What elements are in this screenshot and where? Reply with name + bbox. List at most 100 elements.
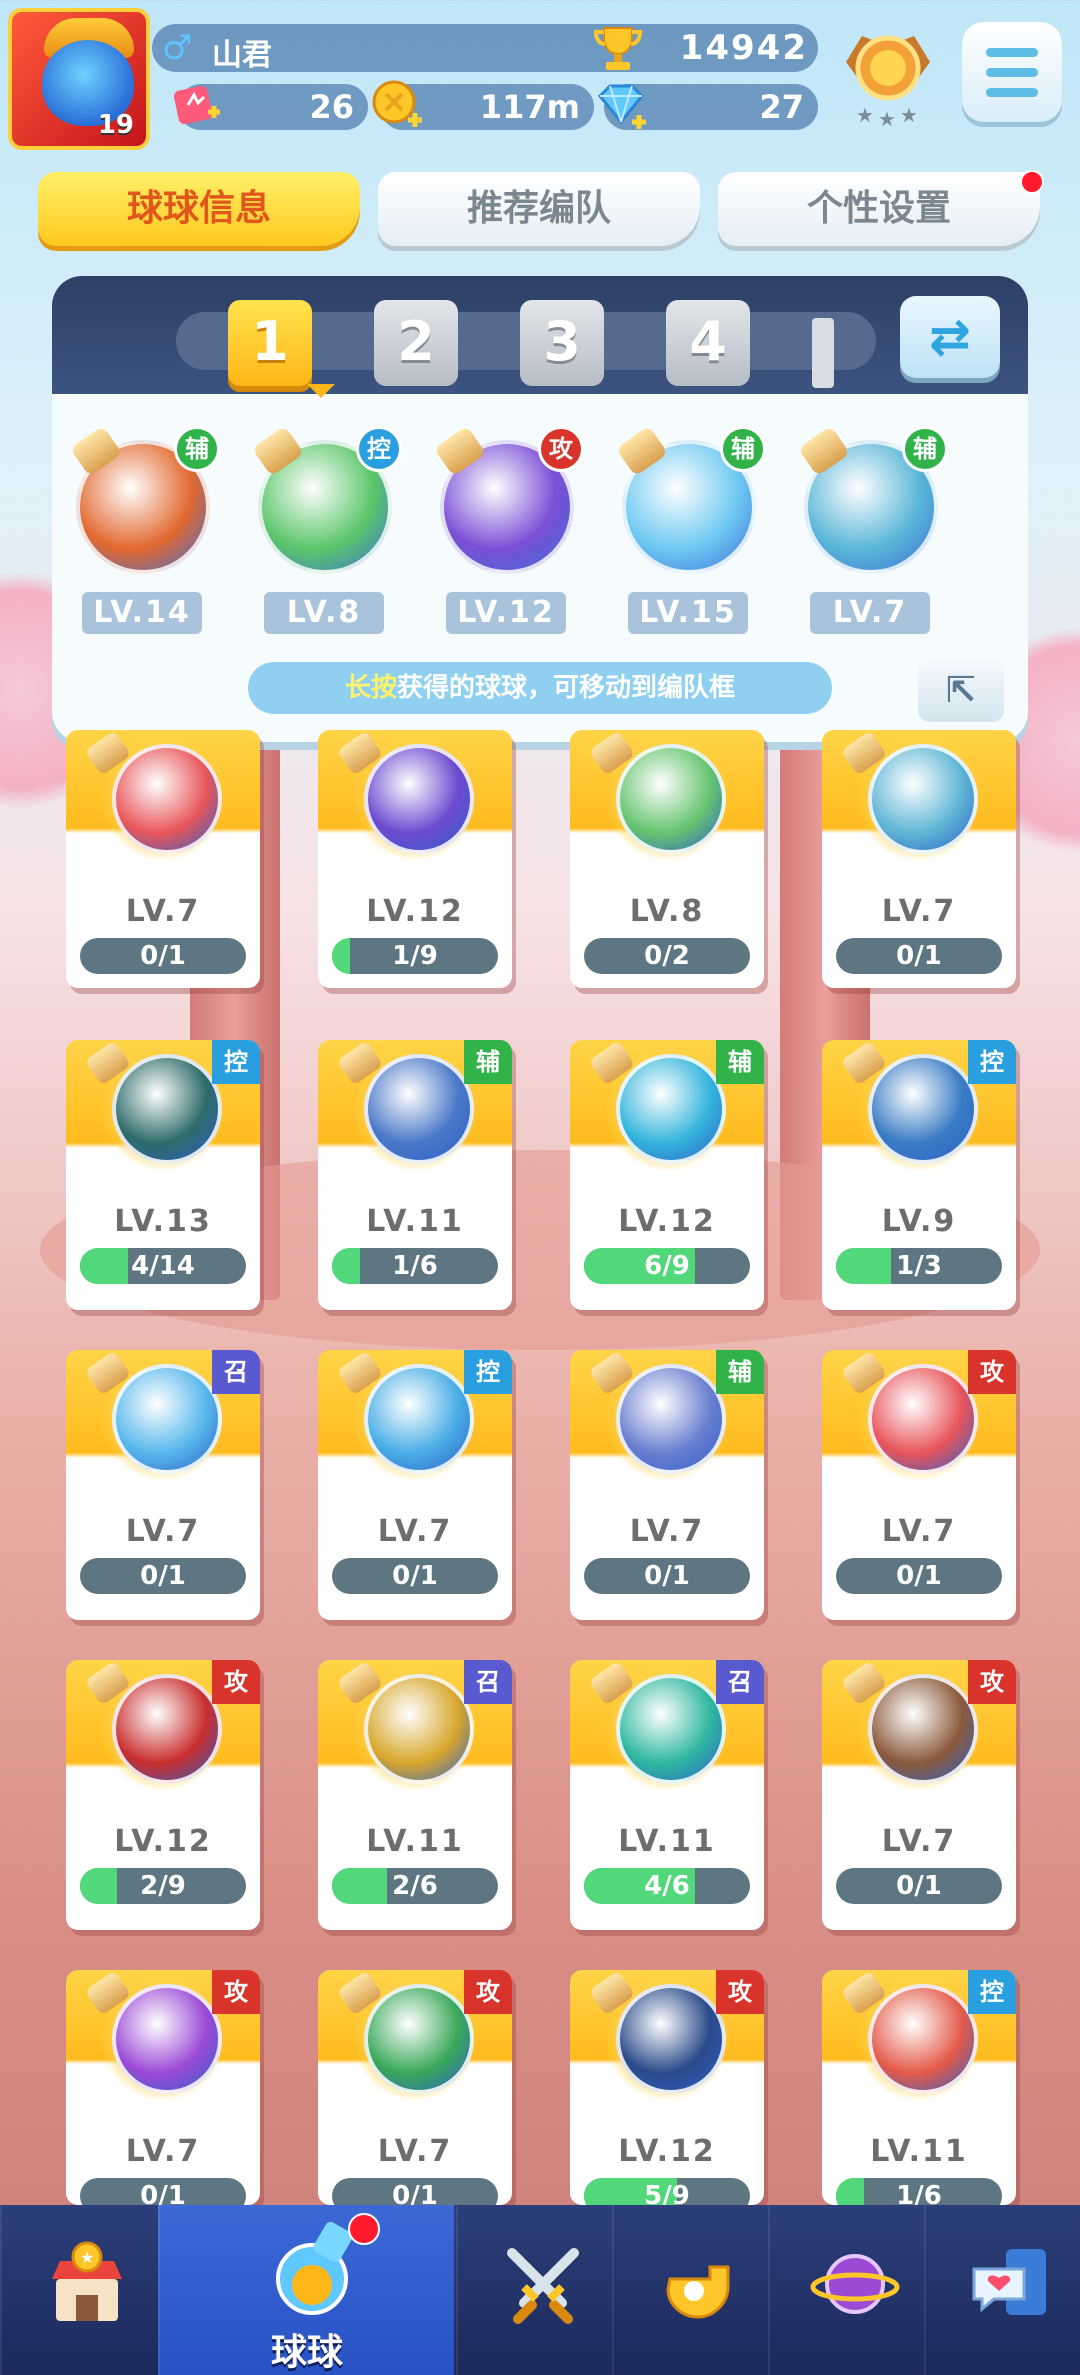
ball-card[interactable]: 控 LV.13 4/14 bbox=[66, 1040, 260, 1310]
whistle-icon bbox=[666, 2265, 730, 2319]
ball-card[interactable]: 攻 LV.7 0/1 bbox=[822, 1660, 1016, 1930]
tab-ball-info[interactable]: 球球信息 bbox=[38, 172, 360, 246]
ball-card[interactable]: LV.8 0/2 bbox=[570, 730, 764, 988]
card-level: LV.7 bbox=[377, 1514, 453, 1549]
ball-card[interactable]: LV.7 0/1 bbox=[66, 730, 260, 988]
shard-progress-bar: 2/6 bbox=[332, 1868, 498, 1904]
share-button[interactable]: ⇱ bbox=[918, 660, 1004, 722]
player-avatar[interactable]: 19 bbox=[8, 8, 150, 150]
role-tag: 控 bbox=[968, 1040, 1016, 1084]
ball-orb bbox=[868, 1984, 978, 2094]
team-member[interactable]: 辅 bbox=[612, 424, 766, 574]
team-member[interactable]: 辅 bbox=[66, 424, 220, 574]
card-level: LV.7 bbox=[881, 894, 957, 929]
ball-orb bbox=[616, 1364, 726, 1474]
ball-card[interactable]: 攻 LV.7 0/1 bbox=[66, 1970, 260, 2205]
bottom-nav: ★ 球球 bbox=[0, 2205, 1080, 2375]
menu-button[interactable] bbox=[962, 22, 1062, 122]
ball-card[interactable]: 召 LV.11 4/6 bbox=[570, 1660, 764, 1930]
card-level: LV.7 bbox=[125, 894, 201, 929]
nav-notification-dot bbox=[348, 2213, 380, 2245]
role-tag: 辅 bbox=[464, 1040, 512, 1084]
card-level: LV.7 bbox=[881, 1824, 957, 1859]
nav-battle[interactable] bbox=[456, 2205, 612, 2375]
diamond-value: 27 bbox=[759, 88, 804, 126]
shard-progress-bar: 0/1 bbox=[836, 1868, 1002, 1904]
nav-social[interactable] bbox=[924, 2205, 1080, 2375]
ball-orb bbox=[616, 744, 726, 854]
card-level: LV.12 bbox=[114, 1824, 212, 1859]
ball-card[interactable]: 攻 LV.7 0/1 bbox=[318, 1970, 512, 2205]
shard-progress-bar: 0/1 bbox=[80, 2178, 246, 2205]
card-level: LV.11 bbox=[366, 1204, 464, 1239]
hint-highlight: 长按 bbox=[344, 673, 397, 703]
nav-planet[interactable] bbox=[768, 2205, 924, 2375]
progress-text: 1/6 bbox=[392, 1251, 438, 1281]
ball-orb bbox=[616, 1054, 726, 1164]
progress-text: 4/6 bbox=[644, 1871, 690, 1901]
rank-medal-icon[interactable]: ★ ★ ★ bbox=[836, 22, 940, 132]
card-level: LV.7 bbox=[629, 1514, 705, 1549]
energy-bar[interactable]: 26 bbox=[173, 84, 368, 130]
role-tag: 控 bbox=[968, 1970, 1016, 2014]
shard-progress-bar: 1/3 bbox=[836, 1248, 1002, 1284]
menu-line bbox=[986, 68, 1038, 77]
card-level: LV.7 bbox=[881, 1514, 957, 1549]
ball-card[interactable]: 辅 LV.12 6/9 bbox=[570, 1040, 764, 1310]
card-level: LV.12 bbox=[366, 894, 464, 929]
team-slot-2[interactable]: 2 bbox=[374, 300, 458, 386]
tab-personal-settings[interactable]: 个性设置 bbox=[718, 172, 1040, 246]
ball-card[interactable]: LV.12 1/9 bbox=[318, 730, 512, 988]
shard-progress-bar: 0/1 bbox=[836, 938, 1002, 974]
ball-card[interactable]: 召 LV.7 0/1 bbox=[66, 1350, 260, 1620]
role-tag: 召 bbox=[464, 1660, 512, 1704]
team-member-level: LV.7 bbox=[810, 592, 930, 634]
ball-card[interactable]: LV.7 0/1 bbox=[822, 730, 1016, 988]
ball-card[interactable]: 控 LV.11 1/6 bbox=[822, 1970, 1016, 2205]
swap-team-button[interactable]: ⇄ bbox=[900, 296, 1000, 378]
team-slot-4[interactable]: 4 bbox=[666, 300, 750, 386]
team-member[interactable]: 辅 bbox=[794, 424, 948, 574]
nav-coach[interactable] bbox=[612, 2205, 768, 2375]
diamond-bar[interactable]: 27 bbox=[597, 84, 818, 130]
team-member-level: LV.14 bbox=[82, 592, 202, 634]
avatar-level: 19 bbox=[97, 110, 134, 140]
menu-line bbox=[986, 48, 1038, 57]
ball-card[interactable]: 攻 LV.12 2/9 bbox=[66, 1660, 260, 1930]
trophy-count: 14942 bbox=[679, 28, 808, 68]
progress-text: 6/9 bbox=[644, 1251, 690, 1281]
menu-line bbox=[986, 88, 1038, 97]
ball-card[interactable]: 控 LV.7 0/1 bbox=[318, 1350, 512, 1620]
nav-shop[interactable]: ★ bbox=[0, 2205, 156, 2375]
shard-progress-bar: 0/1 bbox=[80, 938, 246, 974]
ball-card[interactable]: 辅 LV.7 0/1 bbox=[570, 1350, 764, 1620]
team-panel: 1 2 3 4 ⇄ 辅 LV.14 控 LV.8 攻 LV.12 辅 LV.15 辅 LV.7 长… bbox=[52, 276, 1028, 742]
card-level: LV.8 bbox=[629, 894, 705, 929]
tab-recommended-team[interactable]: 推荐编队 bbox=[378, 172, 700, 246]
progress-text: 0/1 bbox=[140, 941, 186, 971]
team-slot-more[interactable] bbox=[812, 318, 834, 388]
ball-card[interactable]: 辅 LV.11 1/6 bbox=[318, 1040, 512, 1310]
ball-card[interactable]: 攻 LV.7 0/1 bbox=[822, 1350, 1016, 1620]
role-tag: 辅 bbox=[902, 426, 948, 472]
progress-text: 1/9 bbox=[392, 941, 438, 971]
team-slot-3[interactable]: 3 bbox=[520, 300, 604, 386]
ball-orb bbox=[868, 1054, 978, 1164]
ball-card[interactable]: 控 LV.9 1/3 bbox=[822, 1040, 1016, 1310]
team-member[interactable]: 控 bbox=[248, 424, 402, 574]
card-level: LV.11 bbox=[618, 1824, 716, 1859]
shard-progress-bar: 1/6 bbox=[836, 2178, 1002, 2205]
svg-text:★: ★ bbox=[856, 103, 874, 127]
role-tag: 攻 bbox=[968, 1350, 1016, 1394]
team-slot-1[interactable]: 1 bbox=[228, 300, 312, 386]
team-member[interactable]: 攻 bbox=[430, 424, 584, 574]
role-tag: 控 bbox=[356, 426, 402, 472]
ball-card[interactable]: 攻 LV.12 5/9 bbox=[570, 1970, 764, 2205]
card-level: LV.7 bbox=[125, 2134, 201, 2169]
chat-heart-icon bbox=[972, 2249, 1046, 2315]
gold-bar[interactable]: 117m bbox=[372, 80, 594, 130]
shard-progress-bar: 4/14 bbox=[80, 1248, 246, 1284]
progress-text: 2/6 bbox=[392, 1871, 438, 1901]
ball-card[interactable]: 召 LV.11 2/6 bbox=[318, 1660, 512, 1930]
nav-balls[interactable]: 球球 bbox=[158, 2205, 454, 2375]
